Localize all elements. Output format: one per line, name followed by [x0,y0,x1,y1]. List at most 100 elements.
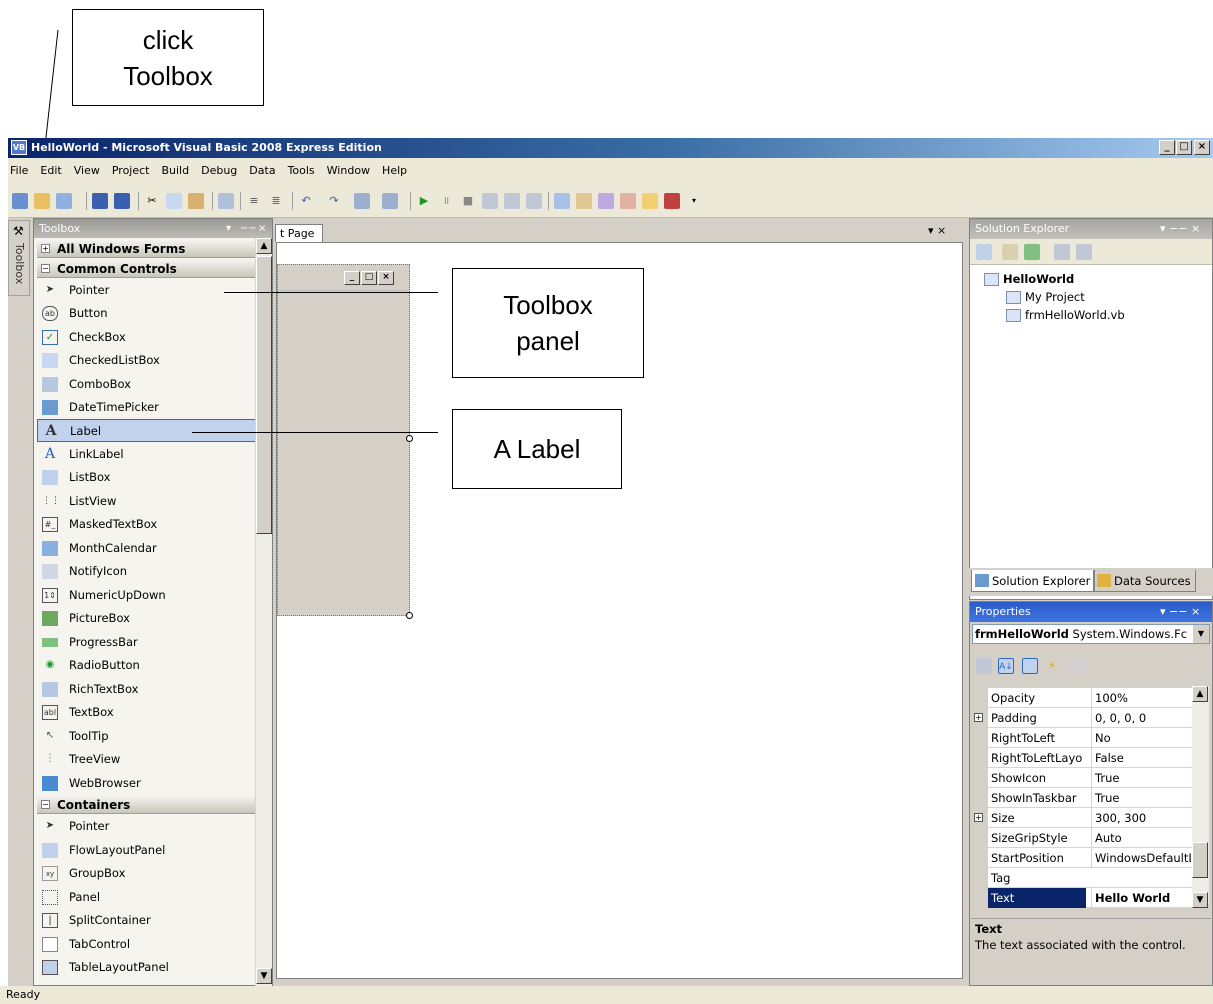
tool-listview[interactable]: ⋮⋮ ListView [37,490,257,513]
step-out-icon[interactable] [526,193,542,209]
property-row-showintaskbar[interactable]: ShowInTaskbar True [970,788,1192,808]
menu-file[interactable]: File [8,158,34,184]
tool-treeview[interactable]: ⋮ TreeView [37,748,257,771]
object-browser-icon[interactable] [598,193,614,209]
refresh-icon[interactable] [1024,244,1040,260]
panel-controls-icon[interactable]: ▾ −− × [1160,602,1200,622]
tool-tooltip[interactable]: ↖ ToolTip [37,725,257,748]
menu-edit[interactable]: Edit [34,158,67,184]
scroll-up-icon[interactable]: ▲ [1192,686,1208,702]
property-row-righttoleftlayout[interactable]: RightToLeftLayo False [970,748,1192,768]
options-icon[interactable] [664,193,680,209]
tool-button[interactable]: ab Button [37,302,257,325]
menu-tools[interactable]: Tools [282,158,321,184]
resize-handle[interactable] [406,612,413,619]
property-row-righttoleft[interactable]: RightToLeft No [970,728,1192,748]
properties-icon[interactable] [976,244,992,260]
open-icon[interactable] [34,193,50,209]
toolbox-icon[interactable] [620,193,636,209]
document-close-icon[interactable]: ▾ × [928,224,946,237]
tool-linklabel[interactable]: A LinkLabel [37,443,257,466]
tool-splitcontainer[interactable]: | SplitContainer [37,909,257,932]
save-all-icon[interactable] [114,193,130,209]
minimize-button[interactable]: _ [1159,140,1175,155]
scroll-down-icon[interactable]: ▼ [1192,892,1208,908]
properties-view-icon[interactable] [1022,658,1038,674]
tree-node-project[interactable]: HelloWorld [984,270,1074,288]
tool-tabcontrol[interactable]: TabControl [37,933,257,956]
menu-view[interactable]: View [68,158,106,184]
tool-picturebox[interactable]: PictureBox [37,607,257,630]
stop-icon[interactable]: ■ [460,193,476,209]
pause-icon[interactable]: ॥ [438,193,454,209]
uncomment-icon[interactable]: ≣ [268,193,284,209]
tool-pointer-containers[interactable]: ➤ Pointer [37,815,257,838]
categorized-icon[interactable] [976,658,992,674]
tool-textbox[interactable]: abl TextBox [37,701,257,724]
property-row-size[interactable]: + Size 300, 300 [970,808,1192,828]
menu-window[interactable]: Window [321,158,376,184]
window-position-icon[interactable]: ▾ [226,219,231,238]
alphabetical-icon[interactable]: A↓ [998,658,1014,674]
property-row-opacity[interactable]: Opacity 100% [970,688,1192,708]
tab-solution-explorer[interactable]: Solution Explorer [971,570,1096,592]
properties-scrollbar[interactable]: ▲ ▼ [1192,686,1209,908]
property-row-tag[interactable]: Tag [970,868,1192,888]
tree-node-form-file[interactable]: frmHelloWorld.vb [1006,306,1125,324]
maximize-button[interactable]: □ [1176,140,1192,155]
events-icon[interactable]: ⚡ [1044,658,1060,674]
solution-explorer-icon[interactable] [554,193,570,209]
redo-icon[interactable]: ↷ [326,193,342,209]
scroll-thumb[interactable] [256,256,272,534]
scroll-down-icon[interactable]: ▼ [256,968,272,984]
tool-datetimepicker[interactable]: DateTimePicker [37,396,257,419]
group-containers[interactable]: − Containers [37,796,257,814]
copy-icon[interactable] [166,193,182,209]
group-common-controls[interactable]: − Common Controls [37,260,257,278]
tool-maskedtextbox[interactable]: #_ MaskedTextBox [37,513,257,536]
tool-notifyicon[interactable]: NotifyIcon [37,560,257,583]
view-code-icon[interactable] [1054,244,1070,260]
toolbox-side-tab[interactable]: ⚒ Toolbox [8,220,30,296]
step-over-icon[interactable] [504,193,520,209]
property-row-showicon[interactable]: ShowIcon True [970,768,1192,788]
paste-icon[interactable] [188,193,204,209]
auto-hide-pin-icon[interactable]: −− [240,219,257,238]
tool-progressbar[interactable]: ProgressBar [37,631,257,654]
step-into-icon[interactable] [482,193,498,209]
tab-data-sources[interactable]: Data Sources [1093,570,1196,592]
tool-label[interactable]: A Label [37,419,257,442]
start-icon[interactable]: ▶ [416,193,432,209]
scroll-up-icon[interactable]: ▲ [256,238,272,254]
tool-combobox[interactable]: ComboBox [37,373,257,396]
tool-listbox[interactable]: ListBox [37,466,257,489]
tool-richtextbox[interactable]: RichTextBox [37,678,257,701]
resize-handle[interactable] [406,435,413,442]
toolbar-overflow-icon[interactable]: ▾ [686,193,702,209]
property-row-text[interactable]: Text Hello World [970,888,1192,908]
menu-debug[interactable]: Debug [195,158,243,184]
undo-icon[interactable]: ↶ [298,193,314,209]
properties-icon[interactable] [576,193,592,209]
view-designer-icon[interactable] [1076,244,1092,260]
property-row-startposition[interactable]: StartPosition WindowsDefaultL [970,848,1192,868]
save-icon[interactable] [92,193,108,209]
cut-icon[interactable]: ✂ [144,193,160,209]
error-list-icon[interactable] [642,193,658,209]
tool-panel[interactable]: Panel [37,886,257,909]
expand-icon[interactable]: + [974,813,983,822]
group-all-windows-forms[interactable]: + All Windows Forms [37,240,257,258]
comment-icon[interactable]: ≡ [246,193,262,209]
scroll-thumb[interactable] [1192,842,1208,878]
find-icon[interactable] [218,193,234,209]
navigate-back-icon[interactable] [354,193,370,209]
tool-numericupdown[interactable]: 1⇕ NumericUpDown [37,584,257,607]
tool-radiobutton[interactable]: ◉ RadioButton [37,654,257,677]
menu-build[interactable]: Build [155,158,195,184]
tool-flowlayoutpanel[interactable]: FlowLayoutPanel [37,839,257,862]
menu-project[interactable]: Project [106,158,156,184]
menu-data[interactable]: Data [243,158,281,184]
toolbox-scrollbar[interactable]: ▲ ▼ [255,238,272,986]
object-selector[interactable]: frmHelloWorld System.Windows.Fc ▼ [972,624,1210,644]
new-project-icon[interactable] [12,193,28,209]
